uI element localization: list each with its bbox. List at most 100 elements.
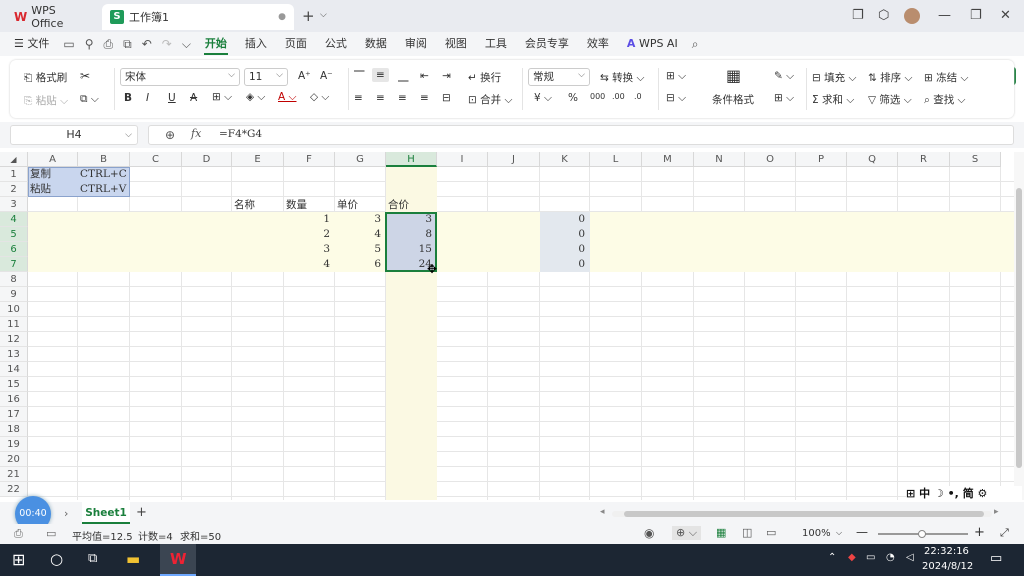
row-header-10[interactable]: 10: [0, 302, 28, 317]
conditional-format-icon[interactable]: ▦: [726, 66, 741, 85]
scissors-icon[interactable]: ✂: [80, 69, 90, 83]
doc-icon[interactable]: ▭: [46, 527, 56, 540]
fullscreen-icon[interactable]: ⤢: [1000, 526, 1009, 540]
row-header-5[interactable]: 5: [0, 227, 28, 242]
cell-f7[interactable]: 4: [286, 257, 333, 272]
column-header-b[interactable]: B: [78, 152, 130, 167]
column-header-o[interactable]: O: [745, 152, 796, 167]
sum-button[interactable]: Σ 求和 ⌵: [812, 92, 854, 107]
row-header-18[interactable]: 18: [0, 422, 28, 437]
chevron-down-icon[interactable]: ⌵: [125, 126, 132, 144]
decimal-decrease-icon[interactable]: .0: [634, 92, 642, 101]
tab-view[interactable]: 视图: [436, 32, 476, 56]
font-shrink-icon[interactable]: A⁻: [320, 70, 333, 82]
focus-mode-icon[interactable]: ⊕ ⌵: [672, 526, 702, 540]
zoom-slider-handle[interactable]: [918, 530, 926, 538]
tray-app-icon[interactable]: ◆: [848, 552, 856, 563]
eye-icon[interactable]: ◉: [644, 526, 654, 540]
border-icon[interactable]: ⊞ ⌵: [212, 91, 232, 104]
tab-insert[interactable]: 插入: [236, 32, 276, 56]
cell-k5[interactable]: 0: [542, 227, 588, 242]
row-header-19[interactable]: 19: [0, 437, 28, 452]
wps-taskbar-button[interactable]: W: [160, 544, 196, 576]
row-header-4[interactable]: 4: [0, 212, 28, 227]
ime-toolbar[interactable]: ⊞ 中 ☽ •, 简 ⚙: [906, 486, 1022, 502]
align-right-icon[interactable]: ≡: [398, 92, 407, 104]
redo-icon[interactable]: ↷: [157, 37, 177, 51]
fill-button[interactable]: ⊟ 填充 ⌵: [812, 70, 856, 85]
formula-input[interactable]: ⊕ fx =F4*G4: [148, 125, 1014, 145]
horizontal-scroll-thumb[interactable]: [624, 511, 984, 517]
tab-member[interactable]: 会员专享: [516, 32, 578, 56]
paint-icon[interactable]: ✎ ⌵: [774, 70, 794, 83]
ime-moon-icon[interactable]: ☽: [934, 487, 944, 500]
cell-e3[interactable]: 名称: [234, 198, 282, 213]
row-header-3[interactable]: 3: [0, 197, 28, 212]
cell-b1[interactable]: CTRL+C: [80, 167, 128, 182]
scroll-left-icon[interactable]: ◂: [600, 507, 605, 517]
cell-style-icon[interactable]: ⊟ ⌵: [666, 92, 686, 105]
column-header-f[interactable]: F: [284, 152, 335, 167]
row-col-icon[interactable]: ⊞ ⌵: [774, 92, 794, 105]
fx-icon[interactable]: fx: [191, 127, 201, 140]
column-header-c[interactable]: C: [130, 152, 182, 167]
scroll-right-icon[interactable]: ▸: [994, 507, 999, 517]
file-explorer-icon[interactable]: ▬: [126, 550, 140, 568]
cell-k4[interactable]: 0: [542, 212, 588, 227]
cell-g7[interactable]: 6: [337, 257, 384, 272]
eraser-icon[interactable]: ◇ ⌵: [310, 91, 329, 104]
column-header-l[interactable]: L: [590, 152, 642, 167]
spreadsheet-grid[interactable]: ◢ ABCDEFGHIJKLMNOPQRS 1 2 3 4 5 6 7 8 9 10 11 12 13 1…: [0, 152, 1014, 500]
search-icon[interactable]: ⌕: [687, 37, 704, 52]
next-sheet-icon[interactable]: ›: [64, 507, 68, 520]
align-middle-icon[interactable]: ≡: [372, 68, 389, 82]
font-name-select[interactable]: 宋体: [120, 68, 240, 86]
format-painter-button[interactable]: ⎗ 格式刷: [24, 70, 67, 85]
indent-increase-icon[interactable]: ⇥: [442, 70, 451, 82]
ime-punct-icon[interactable]: •,: [948, 487, 959, 500]
link-icon[interactable]: ⚲: [80, 37, 99, 51]
row-header-9[interactable]: 9: [0, 287, 28, 302]
percent-icon[interactable]: %: [568, 92, 578, 104]
cell-a1[interactable]: 复制: [30, 167, 76, 182]
tab-efficiency[interactable]: 效率: [578, 32, 618, 56]
column-header-j[interactable]: J: [488, 152, 540, 167]
font-grow-icon[interactable]: A⁺: [298, 70, 311, 82]
close-icon[interactable]: ✕: [1000, 8, 1011, 23]
column-header-q[interactable]: Q: [847, 152, 898, 167]
vertical-scroll-thumb[interactable]: [1016, 188, 1022, 468]
cell-g6[interactable]: 5: [337, 242, 384, 257]
cell-k6[interactable]: 0: [542, 242, 588, 257]
tab-home[interactable]: 开始: [196, 32, 236, 56]
save-icon[interactable]: ▭: [58, 37, 79, 51]
font-size-select[interactable]: 11: [244, 68, 288, 86]
currency-icon[interactable]: ¥ ⌵: [534, 92, 552, 105]
row-header-21[interactable]: 21: [0, 467, 28, 482]
wps-ai-button[interactable]: A WPS AI: [618, 32, 687, 56]
fill-color-icon[interactable]: ◈ ⌵: [246, 91, 265, 104]
distribute-icon[interactable]: ⊟: [442, 92, 451, 104]
copy-icon[interactable]: ⧉ ⌵: [80, 93, 99, 106]
paste-button[interactable]: ⎘ 粘贴 ⌵: [24, 93, 68, 108]
wrap-text-button[interactable]: ↵ 换行: [468, 70, 501, 85]
cell-h3[interactable]: 合价: [388, 198, 435, 213]
restore-icon[interactable]: ❐: [970, 8, 982, 23]
name-box[interactable]: H4 ⌵: [10, 125, 138, 145]
ime-grid-icon[interactable]: ⊞: [906, 487, 915, 500]
search-circle-icon[interactable]: ○: [50, 550, 63, 568]
align-top-icon[interactable]: ⎺: [354, 70, 365, 83]
column-header-r[interactable]: R: [898, 152, 950, 167]
cell-f3[interactable]: 数量: [286, 198, 333, 213]
column-header-k[interactable]: K: [540, 152, 590, 167]
zoom-chevron-icon[interactable]: ⌵: [836, 528, 842, 538]
tab-tools[interactable]: 工具: [476, 32, 516, 56]
column-header-a[interactable]: A: [28, 152, 78, 167]
zoom-formula-icon[interactable]: ⊕: [165, 128, 175, 142]
cell-f4[interactable]: 1: [286, 212, 333, 227]
number-format-select[interactable]: 常规: [528, 68, 590, 86]
undo-icon[interactable]: ↶: [137, 37, 157, 51]
minimize-icon[interactable]: —: [938, 8, 951, 23]
zoom-level[interactable]: 100%: [802, 528, 831, 539]
column-header-m[interactable]: M: [642, 152, 694, 167]
cell-g5[interactable]: 4: [337, 227, 384, 242]
